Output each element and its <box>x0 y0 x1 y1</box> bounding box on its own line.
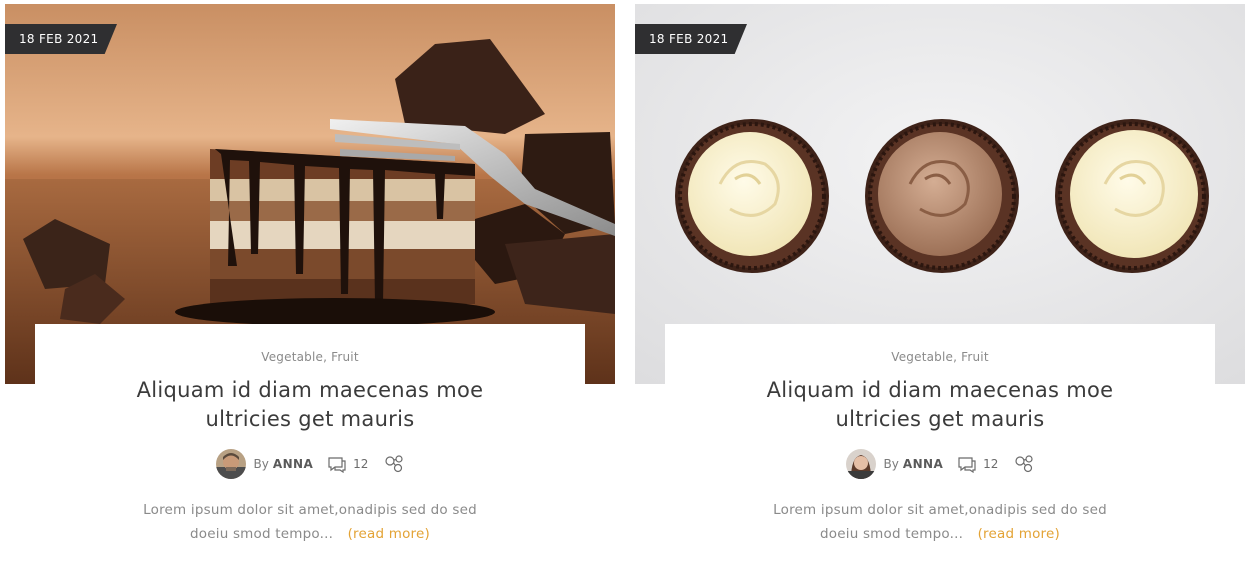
by-label: By <box>253 457 269 471</box>
date-badge: 18 FEB 2021 <box>635 24 747 54</box>
post-meta: By ANNA 12 <box>35 448 585 480</box>
post-title[interactable]: Aliquam id diam maecenas moe ultricies g… <box>100 376 520 434</box>
by-label: By <box>883 457 899 471</box>
post-excerpt: Lorem ipsum dolor sit amet,onadipis sed … <box>770 498 1110 546</box>
share-icon[interactable] <box>384 455 404 473</box>
male-avatar <box>215 449 246 479</box>
post-categories[interactable]: Vegetable, Fruit <box>35 350 585 364</box>
comment-icon[interactable] <box>957 456 977 473</box>
author-avatar[interactable] <box>845 449 876 479</box>
author-name[interactable]: ANNA <box>903 457 943 471</box>
read-more-link[interactable]: (read more) <box>978 526 1060 542</box>
author-name[interactable]: ANNA <box>273 457 313 471</box>
read-more-link[interactable]: (read more) <box>348 526 430 542</box>
share-icon[interactable] <box>1014 455 1034 473</box>
author-avatar[interactable] <box>215 449 246 479</box>
post-title[interactable]: Aliquam id diam maecenas moe ultricies g… <box>730 376 1150 434</box>
comment-count: 12 <box>983 457 999 471</box>
blog-card: 18 FEB 2021 Vegetable, Fruit Aliquam id … <box>5 4 615 566</box>
post-excerpt: Lorem ipsum dolor sit amet,onadipis sed … <box>140 498 480 546</box>
comment-count: 12 <box>353 457 369 471</box>
post-meta: By ANNA 12 <box>665 448 1215 480</box>
post-categories[interactable]: Vegetable, Fruit <box>665 350 1215 364</box>
female-avatar <box>845 449 876 479</box>
post-content: Vegetable, Fruit Aliquam id diam maecena… <box>35 324 585 564</box>
date-badge: 18 FEB 2021 <box>5 24 117 54</box>
comment-icon[interactable] <box>327 456 347 473</box>
blog-grid: 18 FEB 2021 Vegetable, Fruit Aliquam id … <box>0 0 1253 566</box>
post-content: Vegetable, Fruit Aliquam id diam maecena… <box>665 324 1215 564</box>
blog-card: 18 FEB 2021 Vegetable, Fruit Aliquam id … <box>635 4 1245 566</box>
